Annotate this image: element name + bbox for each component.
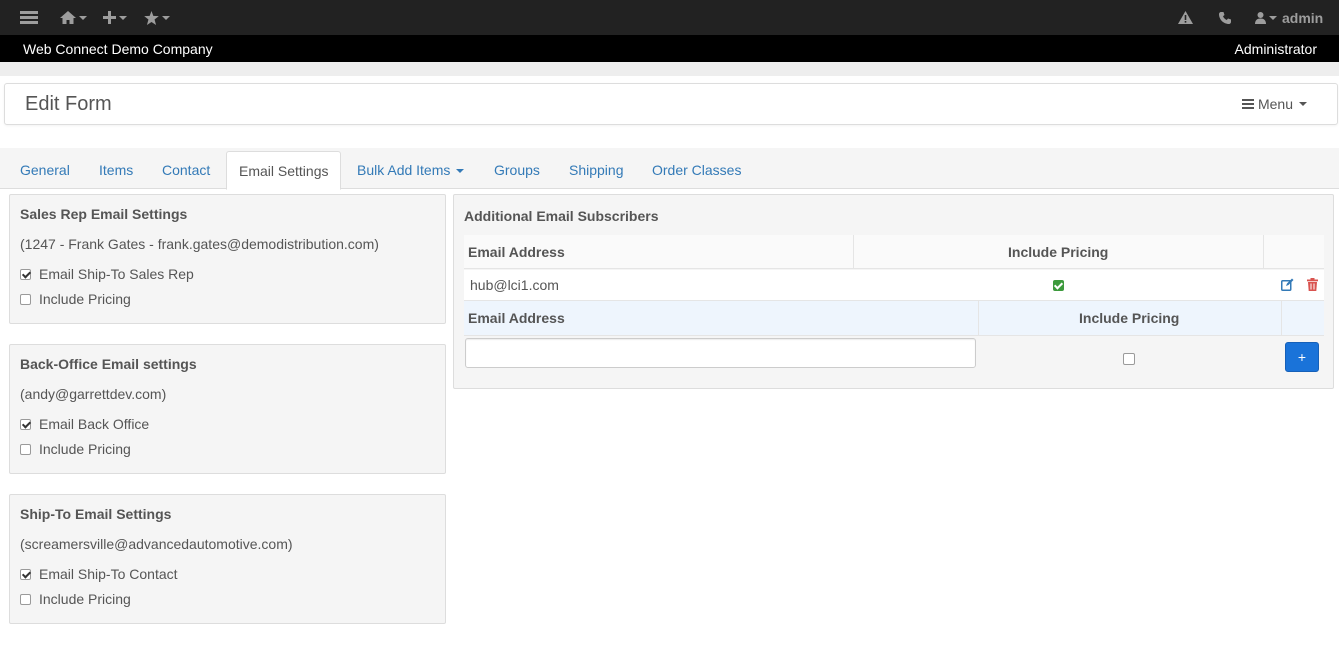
tab-order-classes[interactable]: Order Classes (640, 151, 753, 189)
checkbox-label: Email Ship-To Sales Rep (39, 266, 194, 282)
table-header: Email Address Include Pricing (464, 235, 1324, 269)
checkbox-label: Email Back Office (39, 416, 150, 432)
company-name: Web Connect Demo Company (23, 41, 213, 57)
additional-subscribers-panel: Additional Email Subscribers Email Addre… (453, 194, 1334, 389)
tab-bulk-add-items[interactable]: Bulk Add Items (345, 151, 476, 189)
panel-email: (andy@garrettdev.com) (20, 386, 167, 402)
checkbox-label: Include Pricing (39, 441, 131, 457)
tab-label: Bulk Add Items (357, 162, 451, 178)
tab-contact[interactable]: Contact (150, 151, 222, 189)
column-divider (1281, 301, 1282, 335)
sales-rep-email-panel: Sales Rep Email Settings (1247 - Frank G… (9, 194, 446, 324)
checkbox[interactable] (20, 568, 31, 580)
checkbox[interactable] (20, 268, 31, 280)
panel-title: Additional Email Subscribers (464, 208, 659, 224)
tab-email-settings[interactable]: Email Settings (226, 151, 342, 190)
column-divider (853, 235, 854, 268)
checkbox[interactable] (20, 443, 31, 455)
top-navbar: admin (0, 0, 1339, 35)
checkbox-label: Include Pricing (39, 291, 131, 307)
new-email-input[interactable] (465, 338, 976, 368)
list-icon (1241, 97, 1254, 111)
checkbox[interactable] (20, 293, 31, 305)
checkbox-label: Include Pricing (39, 591, 131, 607)
tab-bar: General Items Contact Email Settings Bul… (0, 148, 1339, 190)
panel-title: Ship-To Email Settings (20, 506, 172, 522)
col-email-header: Email Address (468, 244, 565, 260)
hamburger-icon[interactable] (20, 0, 38, 35)
column-divider (1263, 235, 1264, 268)
include-pricing-option[interactable]: Include Pricing (20, 291, 131, 307)
panel-email: (1247 - Frank Gates - frank.gates@demodi… (20, 236, 379, 252)
ship-to-email-panel: Ship-To Email Settings (screamersville@a… (9, 494, 446, 624)
email-back-office-option[interactable]: Email Back Office (20, 416, 149, 432)
plus-icon[interactable] (103, 0, 127, 35)
checkbox-label: Email Ship-To Contact (39, 566, 178, 582)
phone-icon[interactable] (1219, 0, 1231, 35)
col-email-header: Email Address (468, 310, 565, 326)
warning-icon[interactable] (1178, 0, 1193, 35)
col-pricing-header: Include Pricing (1079, 310, 1180, 326)
delete-icon[interactable] (1307, 278, 1318, 294)
panel-email: (screamersville@advancedautomotive.com) (20, 536, 293, 552)
col-pricing-header: Include Pricing (1008, 244, 1109, 260)
table-row: hub@lci1.com (464, 270, 1324, 301)
menu-label: Menu (1257, 96, 1293, 112)
add-subscriber-button[interactable]: + (1285, 342, 1319, 372)
divider (0, 62, 1339, 76)
menu-dropdown-button[interactable]: Menu (1241, 96, 1307, 112)
column-divider (978, 301, 979, 335)
tab-items[interactable]: Items (87, 151, 145, 189)
new-subscriber-row: + (464, 336, 1324, 378)
tab-shipping[interactable]: Shipping (557, 151, 636, 189)
page-header: Edit Form Menu (4, 83, 1338, 125)
user-menu[interactable]: admin (1255, 0, 1323, 35)
user-role: Administrator (1234, 41, 1317, 57)
caret-down-icon (1299, 102, 1307, 106)
star-icon[interactable] (144, 0, 170, 35)
edit-icon[interactable] (1281, 278, 1294, 294)
back-office-email-panel: Back-Office Email settings (andy@garrett… (9, 344, 446, 474)
user-icon (1255, 11, 1266, 24)
checkbox[interactable] (20, 418, 31, 430)
panel-title: Back-Office Email settings (20, 356, 197, 372)
include-pricing-check-icon (1053, 280, 1064, 291)
new-subscriber-header: Email Address Include Pricing (464, 301, 1324, 336)
company-bar: Web Connect Demo Company Administrator (0, 35, 1339, 62)
new-include-pricing-checkbox[interactable] (1123, 353, 1135, 365)
email-ship-to-contact-option[interactable]: Email Ship-To Contact (20, 566, 178, 582)
user-name: admin (1282, 9, 1324, 26)
subscriber-email: hub@lci1.com (470, 277, 559, 293)
include-pricing-option[interactable]: Include Pricing (20, 591, 131, 607)
panel-title: Sales Rep Email Settings (20, 206, 188, 222)
checkbox[interactable] (20, 593, 31, 605)
home-icon[interactable] (60, 0, 87, 35)
email-ship-to-sales-rep-option[interactable]: Email Ship-To Sales Rep (20, 266, 194, 282)
caret-down-icon (456, 169, 465, 174)
page-title: Edit Form (25, 93, 112, 115)
tab-general[interactable]: General (8, 151, 82, 189)
include-pricing-option[interactable]: Include Pricing (20, 441, 131, 457)
tab-groups[interactable]: Groups (482, 151, 552, 189)
